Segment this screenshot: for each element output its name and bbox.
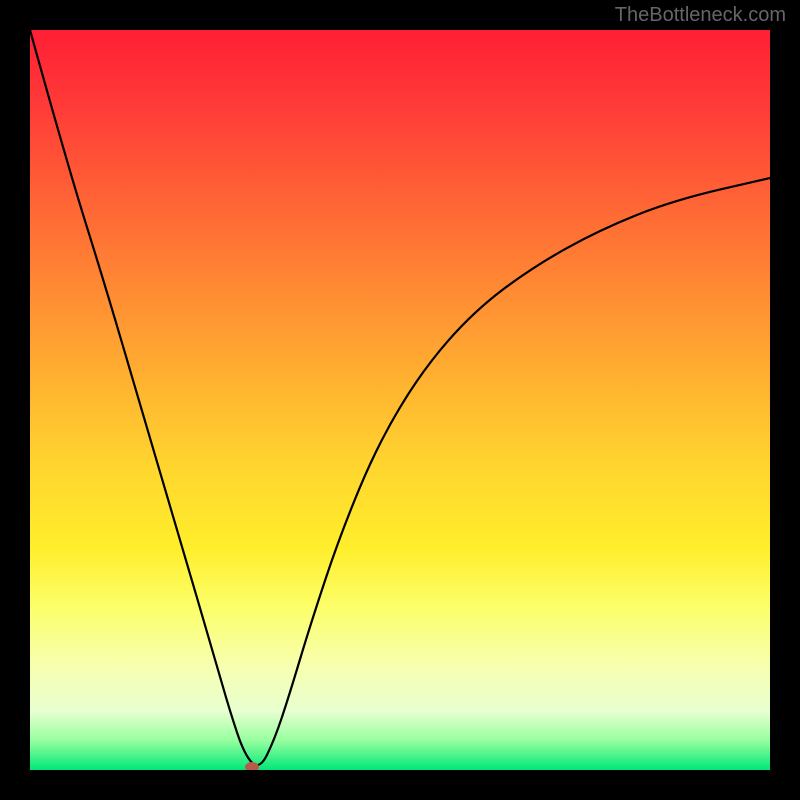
bottleneck-curve [30,30,770,765]
chart-container [30,30,770,770]
optimal-point-marker [245,762,259,770]
chart-svg [30,30,770,770]
watermark-text: TheBottleneck.com [615,4,786,27]
